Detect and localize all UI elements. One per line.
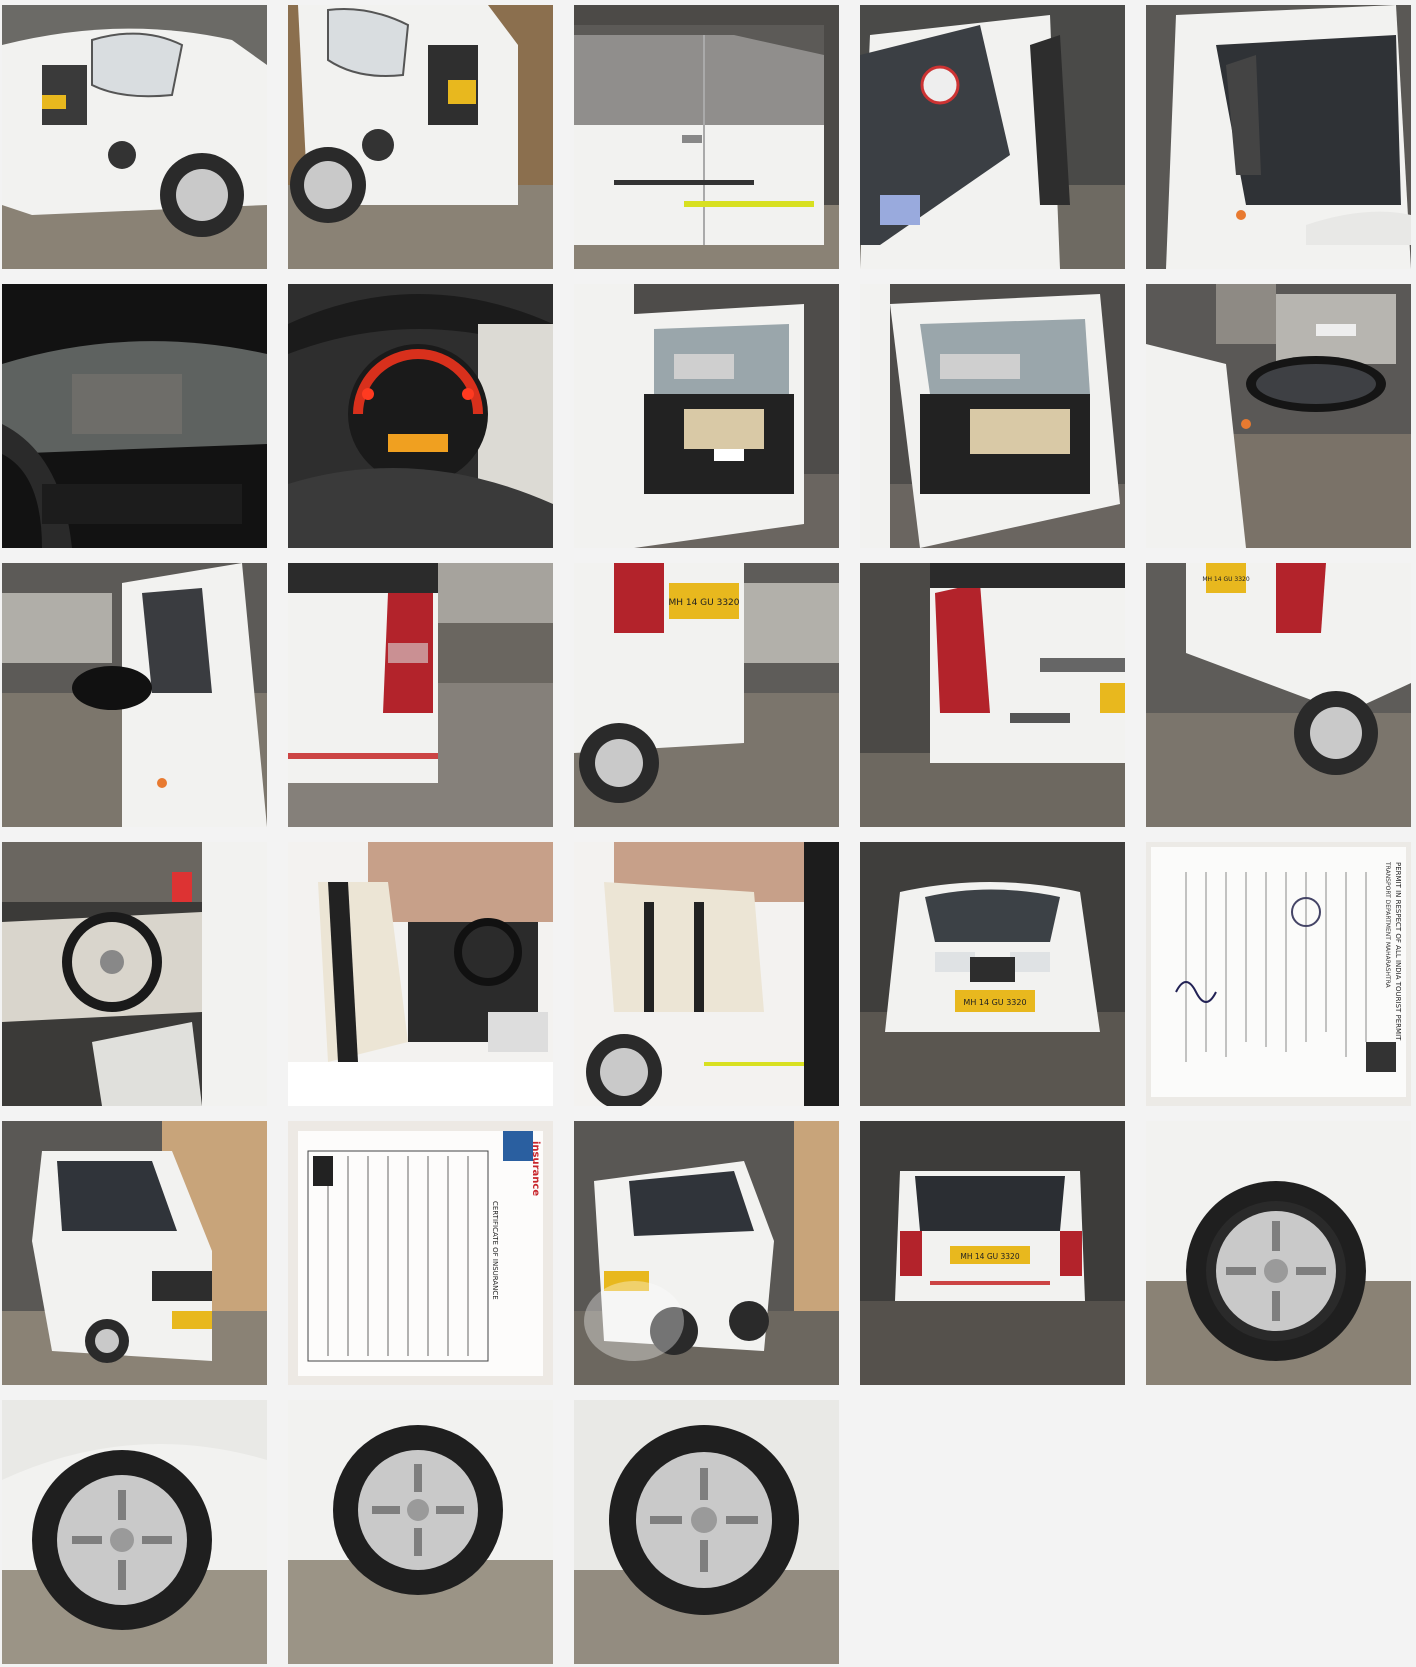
permit-subtitle: TRANSPORT DEPARTMENT MAHARASHTRA [1384,861,1391,989]
car-photo [2,842,267,1106]
thumbnail-dashboard-dark-underside[interactable] [2,284,267,548]
car-photo [2,1400,267,1664]
thumbnail-front-left-three-quarter[interactable] [2,1121,267,1385]
thumbnail-front-windshield-side[interactable] [860,5,1125,269]
photo-gallery-grid: MH 14 GU 3320 MH 14 GU 3320 MH 14 GU 332… [2,5,1411,1664]
car-photo [288,5,553,269]
car-photo: MH 14 GU 3320 [860,1121,1125,1385]
thumbnail-front-right-bumper[interactable] [288,5,553,269]
thumbnail-front-left-headlight[interactable] [2,5,267,269]
car-photo [860,5,1125,269]
car-photo [1146,1121,1411,1385]
thumbnail-insurance-document[interactable]: insurance CERTIFICATE OF INSURANCE [288,1121,553,1385]
document-photo: insurance CERTIFICATE OF INSURANCE [288,1121,553,1385]
car-photo [1146,5,1411,269]
car-photo: MH 14 GU 3320 [860,842,1125,1106]
car-photo [574,5,839,269]
thumbnail-wheel-front-left[interactable] [2,1400,267,1664]
car-photo [288,842,553,1106]
car-photo [860,563,1125,827]
thumbnail-side-mirror[interactable] [1146,284,1411,548]
thumbnail-rear-full-view[interactable]: MH 14 GU 3320 [860,1121,1125,1385]
thumbnail-rear-right-plate[interactable]: MH 14 GU 3320 [1146,563,1411,827]
thumbnail-rear-corner-plate[interactable]: MH 14 GU 3320 [574,563,839,827]
thumbnail-wheel-front-right[interactable] [1146,1121,1411,1385]
car-photo [2,1121,267,1385]
permit-title: PERMIT IN RESPECT OF ALL INDIA TOURIST P… [1394,862,1402,1041]
car-photo [1146,284,1411,548]
car-photo [574,842,839,1106]
thumbnail-front-door-open[interactable] [574,284,839,548]
thumbnail-front-three-quarter-right[interactable] [574,1121,839,1385]
car-photo [288,1400,553,1664]
thumbnail-front-full-view[interactable]: MH 14 GU 3320 [860,842,1125,1106]
car-photo [2,284,267,548]
car-photo [574,284,839,548]
thumbnail-wheel-rear-right[interactable] [574,1400,839,1664]
thumbnail-rear-quarter-window[interactable] [1146,5,1411,269]
plate-text: MH 14 GU 3320 [960,1252,1019,1261]
car-photo: MH 14 GU 3320 [574,563,839,827]
car-photo [2,563,267,827]
thumbnail-rear-taillight-left[interactable] [288,563,553,827]
thumbnail-interior-front-seats[interactable] [288,842,553,1106]
car-photo [574,1121,839,1385]
car-photo [288,563,553,827]
thumbnail-interior-steering[interactable] [2,842,267,1106]
thumbnail-rear-taillight-badge[interactable] [860,563,1125,827]
document-photo: PERMIT IN RESPECT OF ALL INDIA TOURIST P… [1146,842,1411,1106]
thumbnail-wheel-rear-left[interactable] [288,1400,553,1664]
thumbnail-side-doors-left[interactable] [574,5,839,269]
car-photo: MH 14 GU 3320 [1146,563,1411,827]
plate-text: MH 14 GU 3320 [1202,576,1250,583]
thumbnail-permit-document[interactable]: PERMIT IN RESPECT OF ALL INDIA TOURIST P… [1146,842,1411,1106]
plate-text: MH 14 GU 3320 [963,998,1026,1007]
thumbnail-instrument-cluster[interactable] [288,284,553,548]
thumbnail-interior-rear-seats[interactable] [574,842,839,1106]
plate-text: MH 14 GU 3320 [668,598,739,608]
car-photo [288,284,553,548]
thumbnail-rear-door-open[interactable] [860,284,1125,548]
insurance-heading: CERTIFICATE OF INSURANCE [491,1201,499,1300]
thumbnail-side-mirror-left[interactable] [2,563,267,827]
car-photo [574,1400,839,1664]
car-photo [860,284,1125,548]
car-photo [2,5,267,269]
